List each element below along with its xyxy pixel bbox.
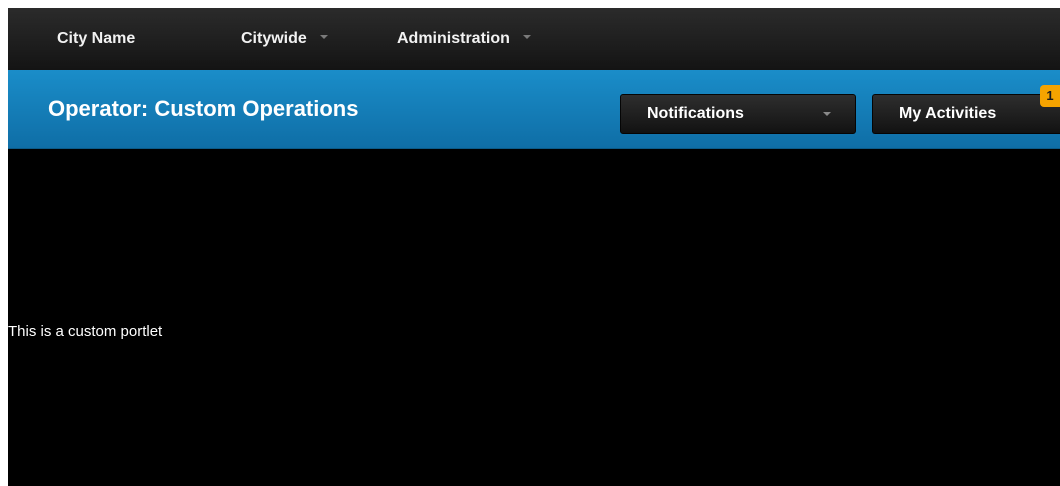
nav-item-administration[interactable]: Administration (397, 8, 531, 70)
nav-item-label: Administration (397, 30, 510, 47)
my-activities-label: My Activities (899, 105, 997, 122)
portlet-area: This is a custom portlet (8, 149, 1060, 486)
chevron-down-icon (522, 34, 531, 39)
nav-item-citywide[interactable]: Citywide (241, 8, 328, 70)
my-activities-button[interactable]: My Activities (872, 94, 1060, 134)
app-frame: City Name Citywide Administration Operat… (8, 8, 1060, 486)
page-header-bar: Operator: Custom Operations Notification… (8, 70, 1060, 149)
nav-item-label: City Name (57, 30, 136, 47)
activities-count-badge: 1 (1040, 85, 1060, 107)
page-title: Operator: Custom Operations (48, 96, 359, 121)
top-navigation-bar: City Name Citywide Administration (8, 8, 1060, 71)
chevron-down-icon (823, 112, 831, 116)
nav-item-label: Citywide (241, 30, 307, 47)
chevron-down-icon (319, 34, 328, 39)
portlet-text: This is a custom portlet (8, 323, 163, 340)
nav-item-city-name[interactable]: City Name (57, 8, 135, 70)
notifications-dropdown[interactable]: Notifications (620, 94, 856, 134)
notifications-label: Notifications (647, 105, 744, 122)
